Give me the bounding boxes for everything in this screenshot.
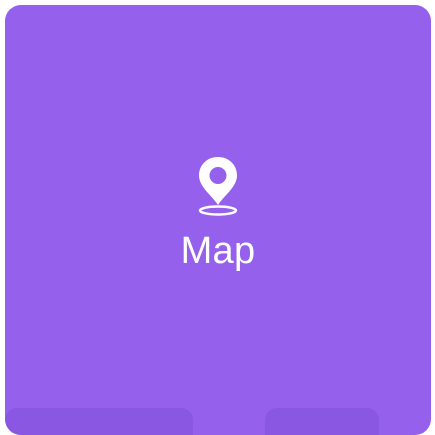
map-tile[interactable]: Map: [5, 5, 431, 435]
map-pin-body: [199, 157, 237, 205]
bottom-strip-right: [265, 408, 379, 435]
map-pin-base-ring: [198, 205, 238, 216]
map-tile-content: Map: [5, 155, 431, 273]
map-tile-label: Map: [180, 230, 256, 272]
map-pin-icon: [198, 157, 238, 216]
bottom-strip-left: [5, 408, 193, 435]
